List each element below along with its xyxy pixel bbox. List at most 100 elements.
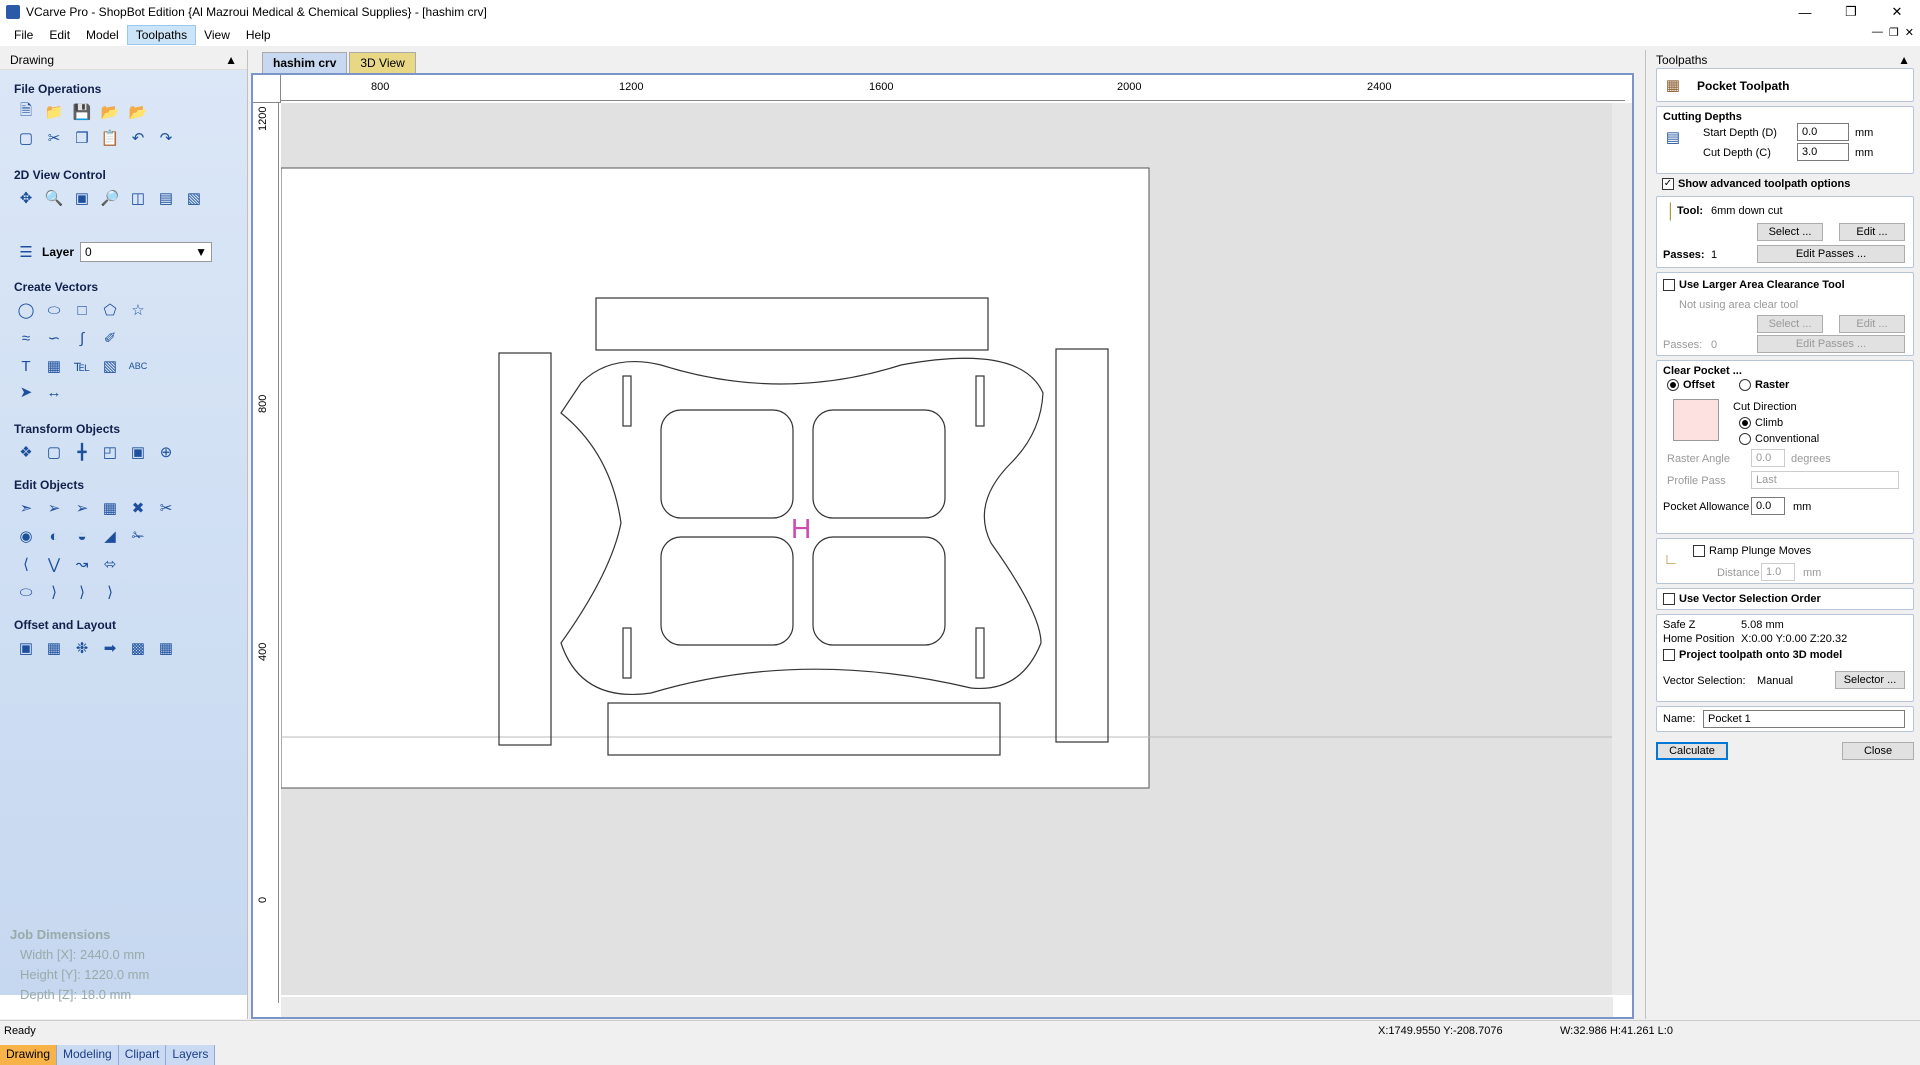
restore-icon[interactable]: ❐ [1828, 0, 1874, 24]
weld-icon[interactable]: ◉ [16, 526, 36, 546]
show-advanced-checkbox[interactable]: ✓ [1662, 178, 1674, 190]
layer-select[interactable]: 0 ▼ [80, 242, 213, 262]
menu-toolpaths[interactable]: Toolpaths [126, 25, 197, 45]
join-open-icon[interactable]: ⟨ [16, 554, 36, 574]
cut-icon[interactable]: ✂ [44, 128, 64, 148]
import-icon[interactable]: 📂 [100, 102, 120, 122]
polygon-icon[interactable]: ⬠ [100, 300, 120, 320]
menu-view[interactable]: View [196, 26, 238, 44]
arrow-shape-icon[interactable]: ⬄ [100, 554, 120, 574]
ellipse-icon[interactable]: ⬭ [44, 300, 64, 320]
node-select-icon[interactable]: ➢ [44, 498, 64, 518]
menu-edit[interactable]: Edit [41, 26, 78, 44]
join-icon[interactable]: ⟩ [72, 582, 92, 602]
switch-view-icon[interactable]: ▧ [184, 188, 204, 208]
start-depth-input[interactable]: 0.0 [1797, 123, 1849, 141]
ruler-corner[interactable] [253, 75, 281, 103]
larger-area-checkbox[interactable] [1663, 279, 1675, 291]
split-view-icon[interactable]: ◫ [128, 188, 148, 208]
zoom-extents-icon[interactable]: ▣ [72, 188, 92, 208]
calculate-button[interactable]: Calculate [1656, 742, 1728, 760]
conventional-radio[interactable] [1739, 433, 1751, 445]
group-icon[interactable]: ▦ [100, 498, 120, 518]
subtract-icon[interactable]: ◐ [44, 526, 64, 546]
menu-file[interactable]: File [6, 26, 41, 44]
spline-icon[interactable]: ∫ [72, 328, 92, 348]
undo-icon[interactable]: ↶ [128, 128, 148, 148]
pan-icon[interactable]: ✥ [16, 188, 36, 208]
tab-modeling[interactable]: Modeling [57, 1045, 119, 1065]
name-input[interactable]: Pocket 1 [1703, 710, 1905, 728]
ungroup-icon[interactable]: ✖ [128, 498, 148, 518]
fillet-icon[interactable]: ◢ [100, 526, 120, 546]
curve-icon[interactable]: ∽ [44, 328, 64, 348]
area-edit-button[interactable]: Edit ... [1839, 315, 1905, 333]
tab-layers[interactable]: Layers [166, 1045, 216, 1065]
close-button[interactable]: Close [1842, 742, 1914, 760]
tool-edit-button[interactable]: Edit ... [1839, 223, 1905, 241]
move-icon[interactable]: ❖ [16, 442, 36, 462]
distance-input[interactable]: 1.0 [1761, 563, 1795, 581]
mirror-icon[interactable]: ◰ [100, 442, 120, 462]
rectangle-icon[interactable]: □ [72, 300, 92, 320]
intersect-icon[interactable]: ◒ [72, 526, 92, 546]
spiral-icon[interactable]: ✐ [100, 328, 120, 348]
selector-button[interactable]: Selector ... [1835, 671, 1905, 689]
menu-model[interactable]: Model [78, 26, 127, 44]
star-icon[interactable]: ☆ [128, 300, 148, 320]
climb-radio[interactable] [1739, 417, 1751, 429]
new-file-icon[interactable]: 🗎 [16, 102, 36, 122]
trim-icon[interactable]: ✂ [156, 498, 176, 518]
raster-radio[interactable] [1739, 379, 1751, 391]
copy-icon[interactable]: ❐ [72, 128, 92, 148]
area-edit-passes-button[interactable]: Edit Passes ... [1757, 335, 1905, 353]
ramp-checkbox[interactable] [1693, 545, 1705, 557]
vertical-scrollbar[interactable] [1612, 103, 1632, 995]
layout-view-icon[interactable]: ▤ [156, 188, 176, 208]
selection-handle-marker[interactable]: H [791, 513, 811, 544]
pocket-allowance-input[interactable]: 0.0 [1751, 497, 1785, 515]
mdi-minimize-icon[interactable]: — [1872, 26, 1883, 39]
text-on-curve-icon[interactable]: ℡ [72, 356, 92, 376]
nesting-icon[interactable]: ▦ [156, 638, 176, 658]
menu-help[interactable]: Help [238, 26, 279, 44]
edit-passes-button[interactable]: Edit Passes ... [1757, 245, 1905, 263]
save-icon[interactable]: 💾 [72, 102, 92, 122]
minimize-icon[interactable]: — [1782, 0, 1828, 24]
tab-clipart[interactable]: Clipart [118, 1045, 167, 1065]
profile-pass-select[interactable]: Last [1751, 471, 1899, 489]
pin-icon[interactable]: ▲ [225, 53, 237, 67]
auto-layout-text-icon[interactable]: ▧ [100, 356, 120, 376]
select-icon[interactable]: ➣ [16, 498, 36, 518]
close-icon[interactable]: ✕ [1874, 0, 1920, 24]
nest-icon[interactable]: ▦ [44, 638, 64, 658]
import-bitmap-icon[interactable]: 📂 [128, 102, 148, 122]
interactive-select-icon[interactable]: ➢ [72, 498, 92, 518]
tab-3d-view[interactable]: 3D View [349, 52, 416, 73]
mdi-close-icon[interactable]: ✕ [1905, 26, 1914, 39]
zoom-icon[interactable]: 🔍 [44, 188, 64, 208]
polyline-icon[interactable]: ≈ [16, 328, 36, 348]
size-icon[interactable]: ▣ [128, 442, 148, 462]
text-icon[interactable]: T [16, 356, 36, 376]
array-copy-icon[interactable]: ❉ [72, 638, 92, 658]
text-frame-icon[interactable]: ▦ [44, 356, 64, 376]
pin-icon[interactable]: ▲ [1898, 53, 1910, 67]
vector-order-checkbox[interactable] [1663, 593, 1675, 605]
tool-select-button[interactable]: Select ... [1757, 223, 1823, 241]
circle-icon[interactable]: ◯ [16, 300, 36, 320]
horizontal-scrollbar[interactable] [281, 997, 1613, 1017]
tab-drawing[interactable]: Drawing [0, 1045, 58, 1065]
drawing-canvas[interactable]: H [281, 103, 1613, 995]
offset-icon[interactable]: ▣ [16, 638, 36, 658]
open-file-icon[interactable]: 📁 [44, 102, 64, 122]
node-edit-icon[interactable]: ➤ [16, 382, 36, 402]
block-copy-icon[interactable]: ▩ [128, 638, 148, 658]
job-setup-icon[interactable]: ▢ [16, 128, 36, 148]
extend-icon[interactable]: ↝ [72, 554, 92, 574]
paste-icon[interactable]: 📋 [100, 128, 120, 148]
align-icon[interactable]: ╋ [72, 442, 92, 462]
tab-hashim-crv[interactable]: hashim crv [262, 52, 348, 73]
smooth-icon[interactable]: ⬭ [16, 582, 36, 602]
scale-icon[interactable]: ▢ [44, 442, 64, 462]
